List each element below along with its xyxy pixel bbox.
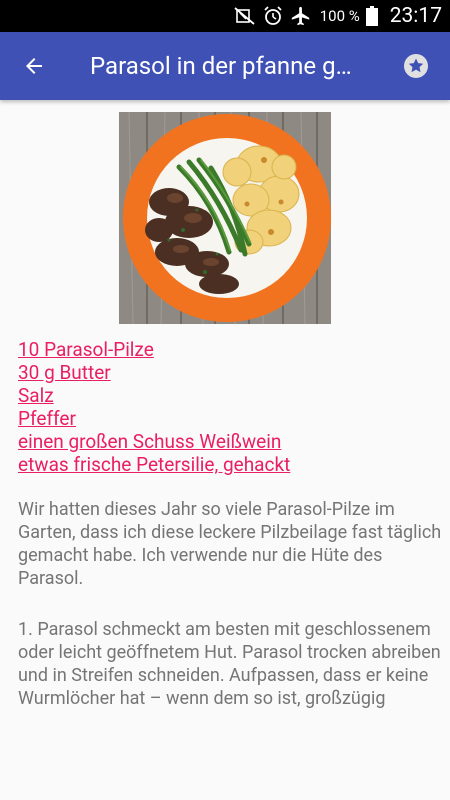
list-item: Salz <box>18 384 438 407</box>
ingredient-link[interactable]: einen großen Schuss Weißwein <box>18 430 438 453</box>
status-time: 23:17 <box>389 4 442 28</box>
list-item: einen großen Schuss Weißwein <box>18 430 438 453</box>
ingredient-list: 10 Parasol-Pilze 30 g Butter Salz Pfeffe… <box>18 338 438 476</box>
recipe-content: 10 Parasol-Pilze 30 g Butter Salz Pfeffe… <box>0 100 450 800</box>
recipe-step: 1. Parasol schmeckt am besten mit geschl… <box>18 619 441 709</box>
ingredient-link[interactable]: etwas frische Petersilie, gehackt <box>18 453 438 476</box>
mute-icon <box>234 7 256 25</box>
arrow-back-icon <box>26 58 42 74</box>
page-title: Parasol in der pfanne g… <box>90 52 352 80</box>
app-bar: Parasol in der pfanne g… <box>0 32 450 100</box>
recipe-image <box>119 111 331 325</box>
back-button[interactable] <box>14 46 54 86</box>
ingredient-link[interactable]: 30 g Butter <box>18 361 438 384</box>
favorite-button[interactable] <box>400 50 432 82</box>
battery-icon <box>365 6 378 26</box>
list-item: Pfeffer <box>18 407 438 430</box>
status-bar: 100 % 23:17 <box>0 0 450 32</box>
battery-percentage: 100 % <box>319 7 360 25</box>
star-icon <box>404 54 428 78</box>
ingredient-link[interactable]: 10 Parasol-Pilze <box>18 338 438 361</box>
recipe-description: Wir hatten dieses Jahr so viele Parasol-… <box>18 499 442 589</box>
airplane-mode-icon <box>290 5 312 27</box>
ingredient-link[interactable]: Salz <box>18 384 438 407</box>
list-item: etwas frische Petersilie, gehackt <box>18 453 438 476</box>
status-icons: 100 % 23:17 <box>234 0 442 32</box>
list-item: 10 Parasol-Pilze <box>18 338 438 361</box>
list-item: 30 g Butter <box>18 361 438 384</box>
alarm-icon <box>262 5 284 27</box>
ingredient-link[interactable]: Pfeffer <box>18 407 438 430</box>
